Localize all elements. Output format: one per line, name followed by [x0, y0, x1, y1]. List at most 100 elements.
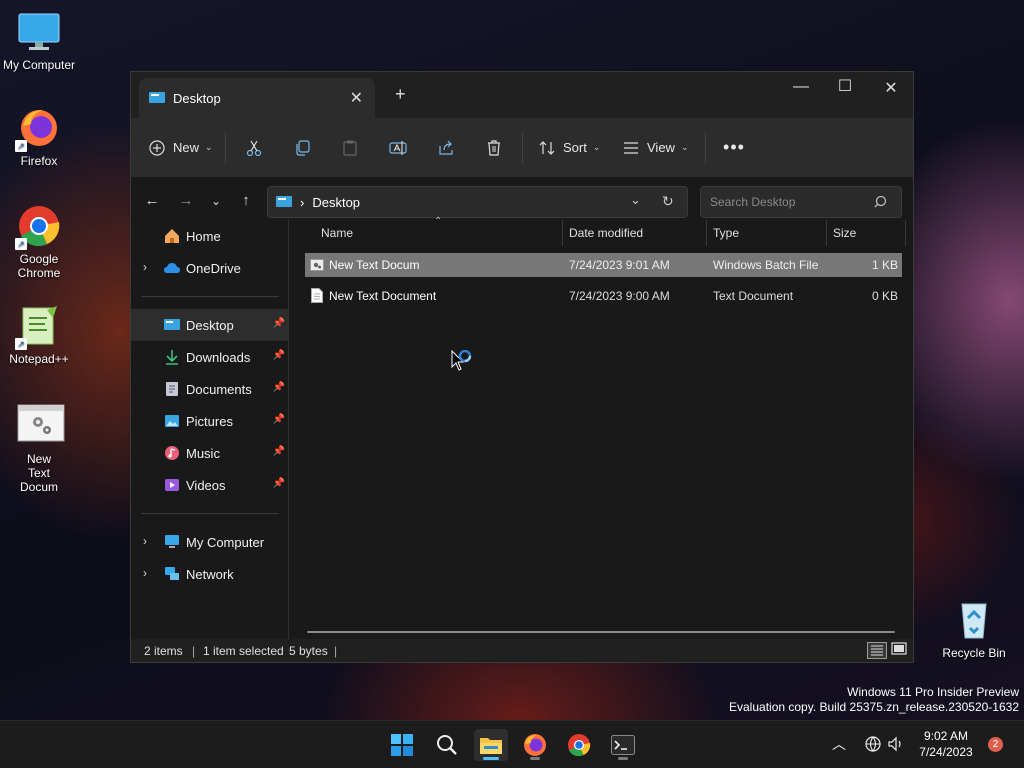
new-tab-plus-icon[interactable]: + — [395, 84, 406, 105]
start-button[interactable] — [385, 729, 419, 761]
breadcrumb-desktop[interactable]: Desktop — [312, 195, 360, 210]
see-more-button[interactable]: ••• — [710, 132, 758, 164]
details-view-toggle-icon[interactable] — [867, 642, 887, 659]
show-hidden-icons-chevron-icon[interactable]: ︿ — [832, 734, 846, 754]
new-button-label: New — [173, 140, 200, 155]
maximize-icon[interactable]: ☐ — [822, 76, 868, 96]
sidebar-item-home[interactable]: Home — [131, 220, 289, 252]
taskbar-file-explorer[interactable] — [474, 729, 508, 761]
sidebar-item-label: Pictures — [186, 414, 233, 429]
column-separator[interactable] — [706, 220, 707, 246]
file-explorer-window: Desktop ✕ + — ☐ ✕ New ⌄ Sort ⌄ View ⌄ ••… — [130, 71, 914, 663]
address-bar[interactable]: › Desktop ⌄ ↻ — [267, 186, 688, 218]
tab-desktop[interactable]: Desktop ✕ — [139, 78, 375, 118]
firefox-icon: ↗ — [15, 106, 61, 152]
pane-divider[interactable] — [288, 220, 289, 639]
copy-button[interactable] — [278, 132, 326, 164]
recycle-bin-icon — [952, 598, 996, 642]
desktop-icon-firefox[interactable]: ↗ Firefox — [1, 106, 77, 168]
search-input[interactable] — [700, 186, 902, 218]
column-separator[interactable] — [562, 220, 563, 246]
chrome-icon — [568, 734, 591, 757]
chevron-down-icon: ⌄ — [592, 142, 601, 152]
title-bar: Desktop ✕ + — ☐ ✕ — [131, 72, 913, 118]
desktop-icon-recycle-bin[interactable]: Recycle Bin — [936, 598, 1012, 660]
column-header-name[interactable]: Name — [321, 226, 353, 240]
new-button[interactable]: New ⌄ — [149, 132, 221, 164]
pin-icon: 📌 — [272, 318, 285, 329]
folder-icon — [480, 738, 502, 754]
sidebar-item-music[interactable]: Music 📌 — [131, 437, 289, 469]
pin-icon: 📌 — [272, 446, 285, 457]
status-item-count: 2 items — [144, 644, 183, 658]
forward-arrow-icon[interactable]: → — [171, 192, 201, 209]
minimize-icon[interactable]: — — [778, 78, 824, 96]
taskbar-firefox[interactable] — [518, 729, 552, 761]
volume-speaker-icon[interactable] — [888, 736, 904, 752]
paste-button[interactable] — [326, 132, 374, 164]
desktop-icon-notepad-plus-plus[interactable]: ↗ Notepad++ — [1, 304, 77, 366]
clock[interactable]: 9:02 AM 7/24/2023 — [914, 728, 978, 760]
status-divider: | — [334, 644, 338, 658]
network-globe-icon[interactable] — [865, 736, 881, 752]
view-button-label: View — [647, 140, 675, 155]
column-header-size[interactable]: Size — [833, 226, 856, 240]
taskbar-terminal[interactable] — [606, 729, 640, 761]
sidebar-item-network[interactable]: › Network — [131, 558, 289, 590]
delete-button[interactable] — [470, 132, 518, 164]
horizontal-scrollbar[interactable] — [307, 631, 895, 633]
column-separator[interactable] — [905, 220, 906, 246]
desktop-icon-google-chrome[interactable]: ↗ Google Chrome — [1, 204, 77, 280]
column-header-date-modified[interactable]: Date modified — [569, 226, 643, 240]
close-window-icon[interactable]: ✕ — [868, 78, 914, 98]
chevron-right-icon[interactable]: › — [143, 566, 147, 580]
sidebar-item-label: Downloads — [186, 350, 251, 365]
notification-badge[interactable]: 2 — [988, 737, 1003, 752]
download-arrow-icon — [166, 350, 178, 365]
share-button[interactable] — [422, 132, 470, 164]
plus-circle-icon — [149, 139, 165, 156]
file-row[interactable]: New Text Docum 7/24/2023 9:01 AM Windows… — [305, 253, 902, 277]
sidebar-item-videos[interactable]: Videos 📌 — [131, 469, 289, 501]
breadcrumb-separator-icon: › — [300, 194, 305, 210]
tiles-view-toggle-icon[interactable] — [891, 642, 907, 660]
file-list: Name ⌃ Date modified Type Size New Text … — [301, 216, 906, 639]
file-row[interactable]: New Text Document 7/24/2023 9:00 AM Text… — [305, 284, 902, 308]
sidebar-item-pictures[interactable]: Pictures 📌 — [131, 405, 289, 437]
sidebar-item-label: Videos — [186, 478, 226, 493]
chevron-right-icon[interactable]: › — [143, 260, 147, 274]
sidebar-item-label: Documents — [186, 382, 252, 397]
refresh-icon[interactable]: ↻ — [662, 193, 674, 210]
close-tab-icon[interactable]: ✕ — [350, 88, 363, 108]
rename-button[interactable] — [374, 132, 422, 164]
view-button[interactable]: View ⌄ — [611, 132, 701, 164]
trash-icon — [488, 139, 500, 156]
taskbar: ︿ 9:02 AM 7/24/2023 2 — [0, 720, 1024, 768]
column-header-type[interactable]: Type — [713, 226, 739, 240]
sidebar-item-onedrive[interactable]: › OneDrive — [131, 252, 289, 284]
recent-locations-chevron-icon[interactable]: ⌄ — [201, 194, 231, 208]
sidebar-item-label: Music — [186, 446, 220, 461]
sidebar-item-label: OneDrive — [186, 261, 241, 276]
taskbar-google-chrome[interactable] — [562, 729, 596, 761]
back-arrow-icon[interactable]: ← — [137, 192, 167, 209]
cut-button[interactable] — [230, 132, 278, 164]
file-date-modified: 7/24/2023 9:01 AM — [569, 258, 670, 272]
sidebar-item-downloads[interactable]: Downloads 📌 — [131, 341, 289, 373]
address-history-chevron-icon[interactable]: ⌄ — [630, 192, 641, 208]
search-button[interactable] — [430, 729, 464, 761]
sidebar-item-desktop[interactable]: Desktop 📌 — [131, 309, 289, 341]
sidebar-item-documents[interactable]: Documents 📌 — [131, 373, 289, 405]
sidebar-item-label: Home — [186, 229, 221, 244]
sidebar-item-label: Desktop — [186, 318, 234, 333]
up-arrow-icon[interactable]: ↑ — [231, 192, 261, 209]
sidebar-item-my-computer[interactable]: › My Computer — [131, 526, 289, 558]
sort-button[interactable]: Sort ⌄ — [527, 132, 611, 164]
sidebar-item-label: Network — [186, 567, 234, 582]
chevron-right-icon[interactable]: › — [143, 534, 147, 548]
monitor-icon — [17, 10, 61, 54]
desktop-icon-new-text-docum[interactable]: New Text Docum — [1, 404, 77, 494]
column-separator[interactable] — [826, 220, 827, 246]
desktop-icon-my-computer[interactable]: My Computer — [1, 10, 77, 72]
windows-logo-icon — [391, 734, 413, 756]
